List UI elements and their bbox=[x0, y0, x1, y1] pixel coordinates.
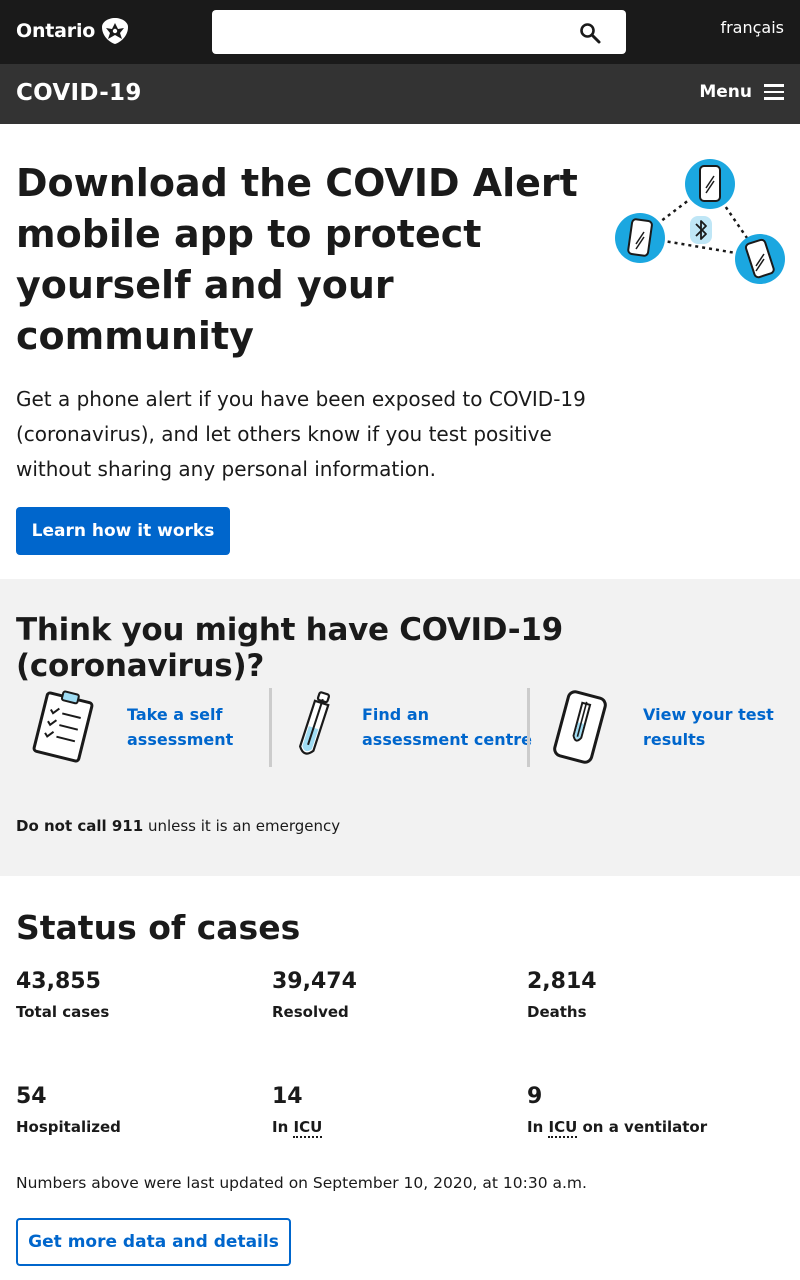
stat-value: 43,855 bbox=[16, 969, 101, 994]
hamburger-icon bbox=[764, 84, 784, 100]
stat-label: In ICU bbox=[272, 1118, 323, 1138]
find-assessment-centre-link[interactable]: Find an assessment centre bbox=[283, 687, 532, 767]
action-divider bbox=[527, 688, 530, 767]
status-title: Status of cases bbox=[16, 908, 301, 947]
logo-text: Ontario bbox=[16, 20, 96, 42]
stat-icu-ventilator: 9 In ICU on a ventilator bbox=[527, 1084, 708, 1138]
stat-label: In ICU on a ventilator bbox=[527, 1118, 708, 1138]
self-assessment-label-line2: assessment bbox=[127, 730, 234, 749]
section-nav: COVID-19 Menu bbox=[0, 64, 800, 124]
self-assessment-link[interactable]: Take a self assessment bbox=[28, 687, 233, 767]
language-toggle-link[interactable]: français bbox=[720, 18, 784, 37]
last-updated-text: Numbers above were last updated on Septe… bbox=[16, 1174, 587, 1192]
stat-hospitalized: 54 Hospitalized bbox=[16, 1084, 121, 1136]
self-assessment-label-line1: Take a self bbox=[127, 705, 223, 724]
view-test-results-link[interactable]: View your test results bbox=[545, 687, 774, 767]
stat-label: Deaths bbox=[527, 1003, 587, 1021]
stat-value: 14 bbox=[272, 1084, 303, 1109]
emergency-notice: Do not call 911 unless it is an emergenc… bbox=[16, 817, 340, 835]
menu-label: Menu bbox=[699, 82, 752, 102]
covid-alert-phones-illustration bbox=[615, 159, 785, 284]
symptoms-section: Think you might have COVID-19 (coronavir… bbox=[0, 579, 800, 876]
ontario-logo[interactable]: Ontario bbox=[16, 16, 129, 46]
learn-how-it-works-button[interactable]: Learn how it works bbox=[16, 507, 230, 555]
trillium-icon bbox=[102, 18, 129, 44]
menu-button[interactable]: Menu bbox=[699, 82, 784, 102]
stat-resolved: 39,474 Resolved bbox=[272, 969, 357, 1021]
stat-deaths: 2,814 Deaths bbox=[527, 969, 597, 1021]
section-title[interactable]: COVID-19 bbox=[16, 80, 142, 106]
assessment-centre-label-line1: Find an bbox=[362, 705, 430, 724]
phone-left-icon bbox=[615, 213, 665, 263]
stat-label: Total cases bbox=[16, 1003, 110, 1021]
stat-label: Resolved bbox=[272, 1003, 349, 1021]
stat-value: 9 bbox=[527, 1084, 543, 1109]
phone-right-icon bbox=[735, 234, 785, 284]
stat-value: 39,474 bbox=[272, 969, 357, 994]
stat-total-cases: 43,855 Total cases bbox=[16, 969, 109, 1021]
icu-abbreviation[interactable]: ICU bbox=[548, 1118, 578, 1138]
stat-label: Hospitalized bbox=[16, 1118, 121, 1136]
more-data-button[interactable]: Get more data and details bbox=[16, 1218, 291, 1266]
stat-value: 54 bbox=[16, 1084, 47, 1109]
action-divider bbox=[269, 688, 272, 767]
stat-label-prefix: In bbox=[527, 1118, 549, 1136]
test-results-label-line2: results bbox=[643, 730, 706, 749]
test-results-label-line1: View your test bbox=[643, 705, 774, 724]
assessment-centre-label-line2: assessment centre bbox=[362, 730, 532, 749]
stat-in-icu: 14 In ICU bbox=[272, 1084, 323, 1138]
symptoms-title: Think you might have COVID-19 (coronavir… bbox=[16, 612, 563, 684]
stat-value: 2,814 bbox=[527, 969, 597, 994]
clipboard-icon bbox=[32, 690, 94, 763]
top-header: Ontario français bbox=[0, 0, 800, 64]
phone-top-icon bbox=[685, 159, 735, 209]
phone-test-icon bbox=[553, 690, 607, 764]
emergency-bold-text: Do not call 911 bbox=[16, 817, 144, 835]
stat-label-prefix: In bbox=[272, 1118, 294, 1136]
icu-abbreviation[interactable]: ICU bbox=[293, 1118, 323, 1138]
hero-title: Download the COVID Alert mobile app to p… bbox=[16, 161, 578, 358]
search-icon[interactable] bbox=[578, 21, 602, 45]
search-input[interactable] bbox=[212, 10, 626, 54]
hero-description: Get a phone alert if you have been expos… bbox=[16, 387, 586, 481]
test-tube-icon bbox=[298, 691, 331, 755]
bluetooth-icon bbox=[690, 216, 712, 244]
emergency-rest-text: unless it is an emergency bbox=[143, 817, 341, 835]
stat-label-suffix: on a ventilator bbox=[577, 1118, 708, 1136]
